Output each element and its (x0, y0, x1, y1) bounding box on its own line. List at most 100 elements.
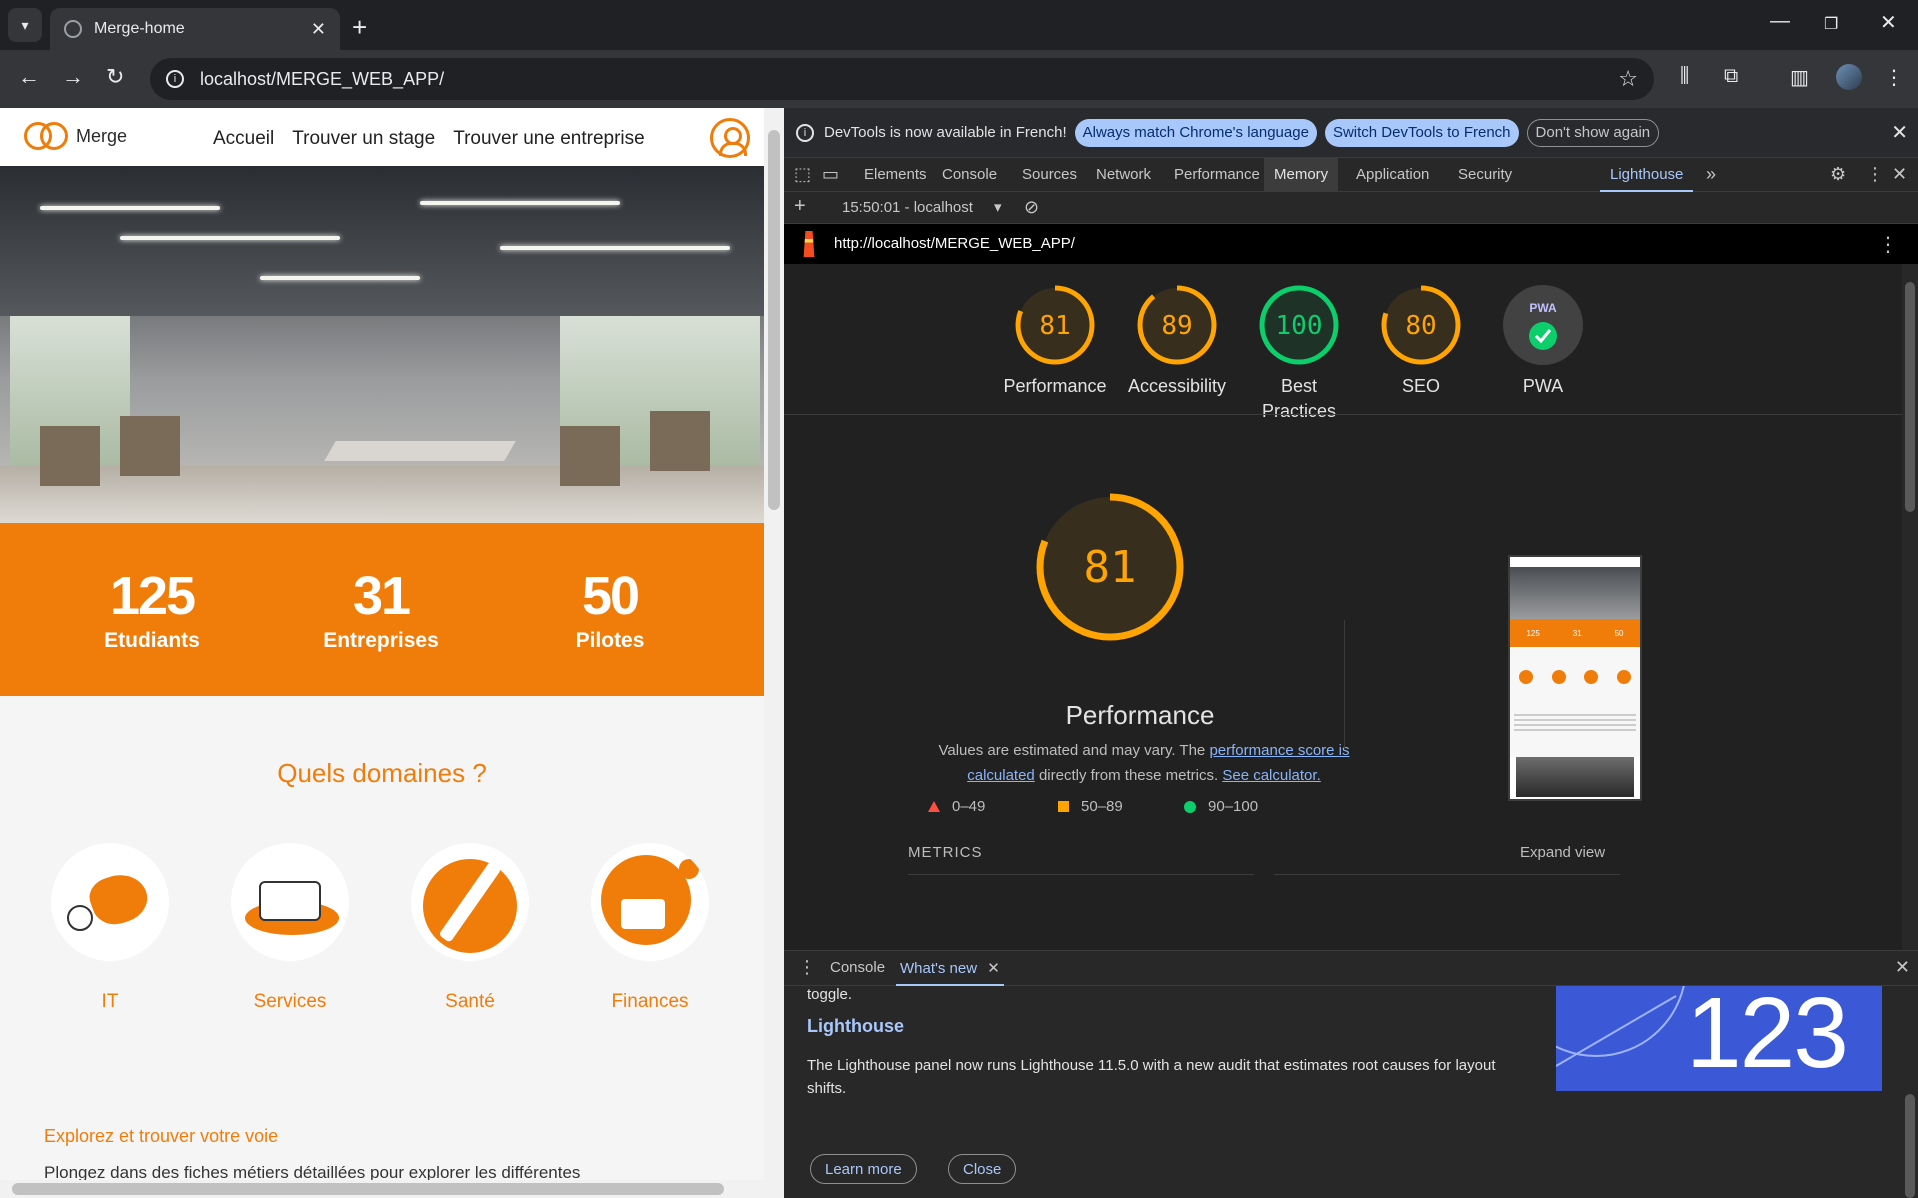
stat-etudiants: 125 Etudiants (104, 566, 200, 652)
close-window-button[interactable]: ✕ (1880, 10, 1897, 35)
tab-sources[interactable]: Sources (1012, 158, 1087, 192)
browser-toolbar: ← → ↻ i localhost/MERGE_WEB_APP/ ☆ ⫼ ⧉ ▥… (0, 50, 1918, 108)
website-viewport: Merge Accueil Trouver un stage Trouver u… (0, 108, 764, 1198)
svg-text:PWA: PWA (1529, 301, 1557, 315)
domain-sante[interactable]: Santé (410, 843, 530, 1013)
services-illustration-icon (231, 843, 349, 961)
hero-office-image (0, 166, 764, 523)
new-report-icon[interactable]: + (794, 195, 806, 218)
report-scrollbar[interactable] (1902, 264, 1918, 950)
whats-new-content: toggle. Lighthouse The Lighthouse panel … (784, 986, 1918, 1198)
report-dropdown-icon[interactable]: ▾ (994, 198, 1002, 216)
address-bar[interactable]: i localhost/MERGE_WEB_APP/ ☆ (150, 58, 1654, 100)
device-toolbar-icon[interactable]: ▭ (822, 164, 839, 185)
tab-security[interactable]: Security (1448, 158, 1522, 192)
domain-it[interactable]: IT (50, 843, 170, 1013)
close-infobar-icon[interactable]: ✕ (1891, 120, 1908, 145)
expand-view-button[interactable]: Expand view (1520, 844, 1605, 861)
minimize-button[interactable]: — (1770, 10, 1790, 33)
inspect-element-icon[interactable]: ⬚ (794, 164, 811, 185)
domain-finances[interactable]: Finances (590, 843, 710, 1013)
health-illustration-icon (411, 843, 529, 961)
close-devtools-icon[interactable]: ✕ (1892, 164, 1907, 185)
forward-button[interactable]: → (62, 64, 84, 90)
report-selector[interactable]: 15:50:01 - localhost (842, 199, 973, 216)
gauge-best-practices[interactable]: 100 Best Practices (1244, 284, 1354, 424)
clear-reports-icon[interactable]: ⊘ (1024, 197, 1039, 218)
site-vertical-scrollbar[interactable] (764, 108, 784, 1198)
devtools-menu-icon[interactable]: ⋮ (1866, 164, 1884, 185)
legend-fail: 0–49 (928, 798, 985, 815)
score-gauge: 81 (1036, 493, 1184, 641)
tab-title: Merge-home (94, 20, 185, 37)
metrics-heading: METRICS (908, 844, 983, 861)
tab-search-button[interactable]: ▾ (8, 8, 42, 42)
side-panel-icon[interactable]: ▥ (1790, 65, 1809, 90)
switch-to-french-button[interactable]: Switch DevTools to French (1324, 118, 1519, 147)
site-horizontal-scrollbar[interactable] (0, 1180, 764, 1198)
gauge-pwa[interactable]: PWA PWA (1488, 284, 1598, 399)
bookmark-star-icon[interactable]: ☆ (1618, 66, 1638, 92)
tab-network[interactable]: Network (1086, 158, 1161, 192)
more-tabs-icon[interactable]: » (1706, 164, 1716, 185)
report-menu-icon[interactable]: ⋮ (1878, 232, 1898, 257)
drawer-tab-console[interactable]: Console (830, 959, 885, 976)
legend-average: 50–89 (1058, 798, 1123, 815)
close-tab-icon[interactable]: ✕ (311, 19, 326, 40)
match-language-button[interactable]: Always match Chrome's language (1074, 118, 1317, 147)
close-button[interactable]: Close (948, 1154, 1017, 1184)
svg-text:81: 81 (1039, 311, 1070, 341)
close-drawer-icon[interactable]: ✕ (1895, 957, 1910, 978)
nav-trouver-une-entreprise[interactable]: Trouver une entreprise (453, 128, 645, 150)
back-button[interactable]: ← (18, 64, 40, 90)
section-divider (784, 414, 1902, 415)
settings-gear-icon[interactable]: ⚙ (1830, 164, 1846, 185)
devtools-language-infobar: i DevTools is now available in French! A… (784, 108, 1918, 158)
reading-list-icon[interactable]: ⫼ (1680, 65, 1689, 88)
page-screenshot-thumbnail[interactable]: 125 31 50 (1508, 555, 1642, 801)
devtools-tab-bar: ⬚ ▭ Elements Console Sources Network Per… (784, 158, 1918, 192)
gauge-seo[interactable]: 80 SEO (1366, 284, 1476, 399)
merge-logo[interactable]: Merge (24, 122, 127, 150)
new-tab-button[interactable]: + (352, 12, 367, 43)
domains-heading: Quels domaines ? (277, 758, 487, 788)
gauge-label: PWA (1522, 376, 1564, 396)
profile-avatar[interactable] (1836, 64, 1862, 90)
site-nav: Accueil Trouver un stage Trouver une ent… (213, 128, 645, 150)
close-whats-new-icon[interactable]: ✕ (987, 960, 1000, 977)
drawer-tab-whats-new[interactable]: What's new ✕ (896, 951, 1004, 986)
globe-icon (64, 20, 82, 38)
drawer-scrollbar[interactable] (1902, 986, 1918, 1198)
site-info-icon[interactable]: i (166, 70, 184, 88)
chrome-menu-icon[interactable]: ⋮ (1884, 65, 1904, 90)
lighthouse-toolbar: + 15:50:01 - localhost ▾ ⊘ (784, 192, 1918, 224)
learn-more-button[interactable]: Learn more (810, 1154, 917, 1184)
it-illustration-icon (51, 843, 169, 961)
nav-accueil[interactable]: Accueil (213, 128, 274, 150)
stat-entreprises: 31 Entreprises (323, 566, 439, 652)
browser-tab[interactable]: Merge-home ✕ (50, 8, 340, 50)
tab-console[interactable]: Console (932, 158, 1007, 192)
domain-services[interactable]: Services (230, 843, 350, 1013)
user-account-icon[interactable] (710, 118, 750, 158)
see-calculator-link[interactable]: See calculator. (1222, 767, 1320, 784)
gauge-label: SEO (1401, 376, 1440, 396)
gauge-performance[interactable]: 81 Performance (1000, 284, 1110, 399)
logo-rings-icon (24, 122, 70, 150)
tab-performance[interactable]: Performance (1164, 158, 1270, 192)
tab-elements[interactable]: Elements (854, 158, 937, 192)
gauge-accessibility[interactable]: 89 Accessibility (1122, 284, 1232, 399)
drawer-menu-icon[interactable]: ⋮ (798, 957, 816, 978)
nav-trouver-un-stage[interactable]: Trouver un stage (292, 128, 435, 150)
tab-memory[interactable]: Memory (1264, 158, 1339, 192)
svg-text:100: 100 (1276, 311, 1323, 341)
tab-lighthouse[interactable]: Lighthouse (1600, 158, 1694, 192)
extensions-icon[interactable]: ⧉ (1724, 65, 1738, 88)
dont-show-again-button[interactable]: Don't show again (1526, 118, 1660, 147)
pwa-badge-icon: PWA (1503, 285, 1583, 365)
performance-heading: Performance (1065, 700, 1215, 730)
restore-button[interactable]: ❐ (1824, 14, 1838, 34)
tab-application[interactable]: Application (1346, 158, 1439, 192)
reload-button[interactable]: ↻ (106, 64, 124, 90)
logo-text: Merge (76, 125, 128, 146)
